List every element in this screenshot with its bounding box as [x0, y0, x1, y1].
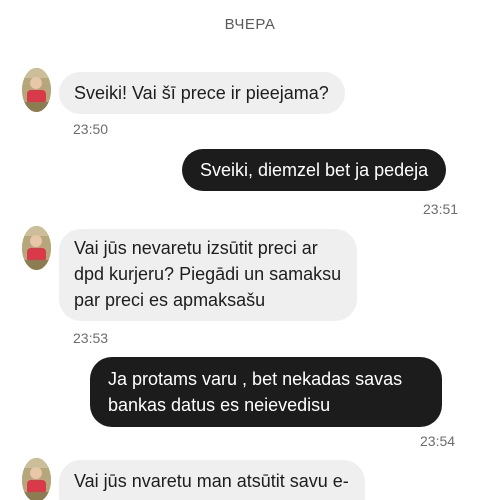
message-text-line: par preci es apmaksašu [74, 290, 266, 310]
sender-avatar[interactable] [22, 68, 51, 112]
message-timestamp: 23:50 [73, 121, 109, 137]
avatar-photo [22, 68, 51, 112]
message-text-line: Vai jūs nevaretu izsūtit preci ar [74, 238, 318, 258]
message-text-line: dpd kurjeru? Piegādi un samaksu [74, 264, 342, 284]
message-text: Sveiki, diemzel bet ja pedeja [200, 160, 429, 180]
message-text-line: bankas datus es neievedisu [108, 395, 331, 415]
message-text-line: Ja protams varu , bet nekadas savas [108, 369, 403, 389]
message-bubble-outgoing[interactable]: Ja protams varu , bet nekadas savas bank… [90, 357, 443, 427]
sender-avatar[interactable] [22, 458, 51, 500]
chat-thread[interactable]: ВЧЕРА Sveiki! Vai šī prece ir pieejama? … [0, 0, 500, 500]
sender-avatar[interactable] [22, 226, 51, 270]
day-separator: ВЧЕРА [224, 16, 276, 33]
message-bubble-incoming[interactable]: Vai jūs nvaretu man atsūtit savu e- [59, 460, 365, 500]
avatar-photo [22, 458, 51, 500]
message-timestamp: 23:54 [420, 433, 456, 449]
avatar-photo [22, 226, 51, 270]
message-timestamp: 23:53 [73, 330, 109, 346]
message-bubble-outgoing[interactable]: Sveiki, diemzel bet ja pedeja [182, 149, 447, 191]
message-bubble-incoming[interactable]: Vai jūs nevaretu izsūtit preci ar dpd ku… [59, 229, 358, 321]
message-timestamp: 23:51 [423, 201, 459, 217]
message-text: Vai jūs nvaretu man atsūtit savu e- [74, 471, 349, 491]
message-bubble-incoming[interactable]: Sveiki! Vai šī prece ir pieejama? [59, 72, 345, 114]
message-text: Sveiki! Vai šī prece ir pieejama? [74, 83, 329, 103]
